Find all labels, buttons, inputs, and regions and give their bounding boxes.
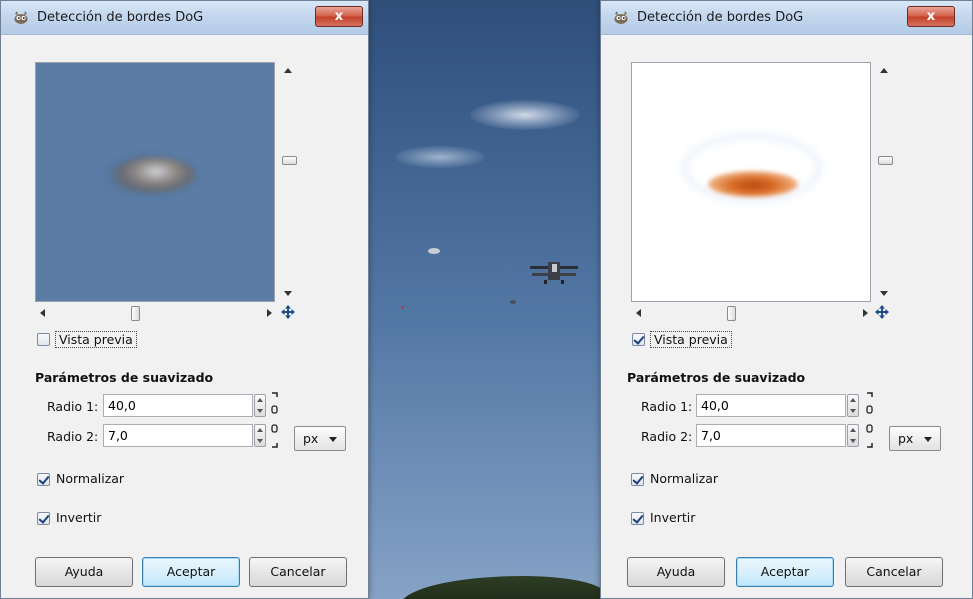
radius1-spinner[interactable] — [254, 394, 266, 417]
cloud — [470, 100, 580, 130]
gimp-wilber-icon — [14, 11, 28, 24]
ufo-object — [428, 248, 440, 254]
scroll-thumb[interactable] — [131, 306, 140, 321]
dog-dialog-left: Detección de bordes DoG x Vista previa P… — [0, 0, 369, 599]
radius1-label: Radio 1: — [47, 399, 99, 414]
horizontal-scrollbar[interactable] — [631, 306, 871, 321]
scroll-down-icon[interactable] — [880, 291, 888, 296]
ok-button[interactable]: Aceptar — [736, 557, 834, 587]
cancel-button[interactable]: Cancelar — [845, 557, 943, 587]
unit-select[interactable]: px — [889, 426, 941, 451]
help-button[interactable]: Ayuda — [35, 557, 133, 587]
scroll-thumb[interactable] — [282, 156, 297, 165]
preview-object — [708, 171, 798, 197]
vertical-scrollbar[interactable] — [279, 62, 297, 302]
window-title: Detección de bordes DoG — [37, 10, 204, 25]
radius2-spinner[interactable] — [254, 424, 266, 447]
scroll-down-icon[interactable] — [284, 291, 292, 296]
preview-checkbox-label[interactable]: Vista previa — [55, 331, 137, 348]
treeline — [400, 576, 605, 599]
normalize-checkbox[interactable] — [37, 473, 50, 486]
unit-select-value: px — [303, 431, 319, 446]
scroll-left-icon[interactable] — [40, 309, 45, 317]
preview-canvas[interactable] — [35, 62, 275, 302]
cloud — [395, 146, 485, 168]
normalize-label[interactable]: Normalizar — [56, 471, 124, 486]
scroll-left-icon[interactable] — [636, 309, 641, 317]
normalize-label[interactable]: Normalizar — [650, 471, 718, 486]
radius2-input[interactable] — [103, 424, 253, 447]
vertical-scrollbar[interactable] — [875, 62, 893, 302]
preview-canvas[interactable] — [631, 62, 871, 302]
chain-link-icon[interactable] — [865, 392, 875, 448]
section-title: Parámetros de suavizado — [35, 370, 214, 385]
navigate-move-icon[interactable] — [280, 304, 296, 320]
section-title: Parámetros de suavizado — [627, 370, 806, 385]
invert-label[interactable]: Invertir — [56, 510, 101, 525]
scroll-right-icon[interactable] — [863, 309, 868, 317]
unit-select[interactable]: px — [294, 426, 346, 451]
window-title: Detección de bordes DoG — [637, 10, 804, 25]
distant-object — [510, 300, 516, 304]
help-button[interactable]: Ayuda — [627, 557, 725, 587]
preview-checkbox[interactable] — [632, 333, 645, 346]
scroll-right-icon[interactable] — [267, 309, 272, 317]
invert-checkbox[interactable] — [37, 512, 50, 525]
dog-dialog-right: Detección de bordes DoG x Vista previa P… — [600, 0, 973, 599]
scroll-thumb[interactable] — [878, 156, 893, 165]
radius1-input[interactable] — [696, 394, 846, 417]
radius2-label: Radio 2: — [641, 429, 693, 444]
scroll-up-icon[interactable] — [284, 68, 292, 73]
unit-select-value: px — [898, 431, 914, 446]
scroll-up-icon[interactable] — [880, 68, 888, 73]
chevron-down-icon — [924, 437, 932, 442]
chain-link-icon[interactable] — [270, 392, 280, 448]
preview-object — [116, 158, 196, 192]
ok-button[interactable]: Aceptar — [142, 557, 240, 587]
close-button[interactable]: x — [315, 6, 363, 27]
cancel-button[interactable]: Cancelar — [249, 557, 347, 587]
navigate-move-icon[interactable] — [874, 304, 890, 320]
gimp-wilber-icon — [614, 11, 628, 24]
invert-label[interactable]: Invertir — [650, 510, 695, 525]
radius1-label: Radio 1: — [641, 399, 693, 414]
radius2-label: Radio 2: — [47, 429, 99, 444]
close-button[interactable]: x — [907, 6, 955, 27]
radius1-input[interactable] — [103, 394, 253, 417]
biplane — [530, 262, 578, 284]
distant-object — [401, 306, 404, 309]
scroll-thumb[interactable] — [727, 306, 736, 321]
title-bar: Detección de bordes DoG x — [1, 1, 368, 35]
normalize-checkbox[interactable] — [631, 473, 644, 486]
invert-checkbox[interactable] — [631, 512, 644, 525]
title-bar: Detección de bordes DoG x — [601, 1, 972, 35]
preview-checkbox[interactable] — [37, 333, 50, 346]
radius2-input[interactable] — [696, 424, 846, 447]
chevron-down-icon — [329, 437, 337, 442]
radius1-spinner[interactable] — [847, 394, 859, 417]
horizontal-scrollbar[interactable] — [35, 306, 275, 321]
radius2-spinner[interactable] — [847, 424, 859, 447]
preview-checkbox-label[interactable]: Vista previa — [650, 331, 732, 348]
